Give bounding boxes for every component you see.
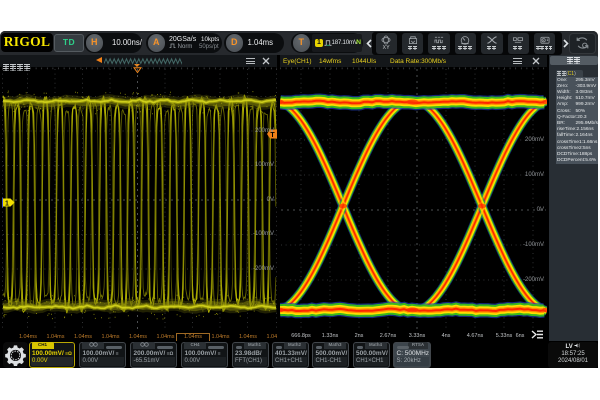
- svg-text:1: 1: [5, 200, 9, 207]
